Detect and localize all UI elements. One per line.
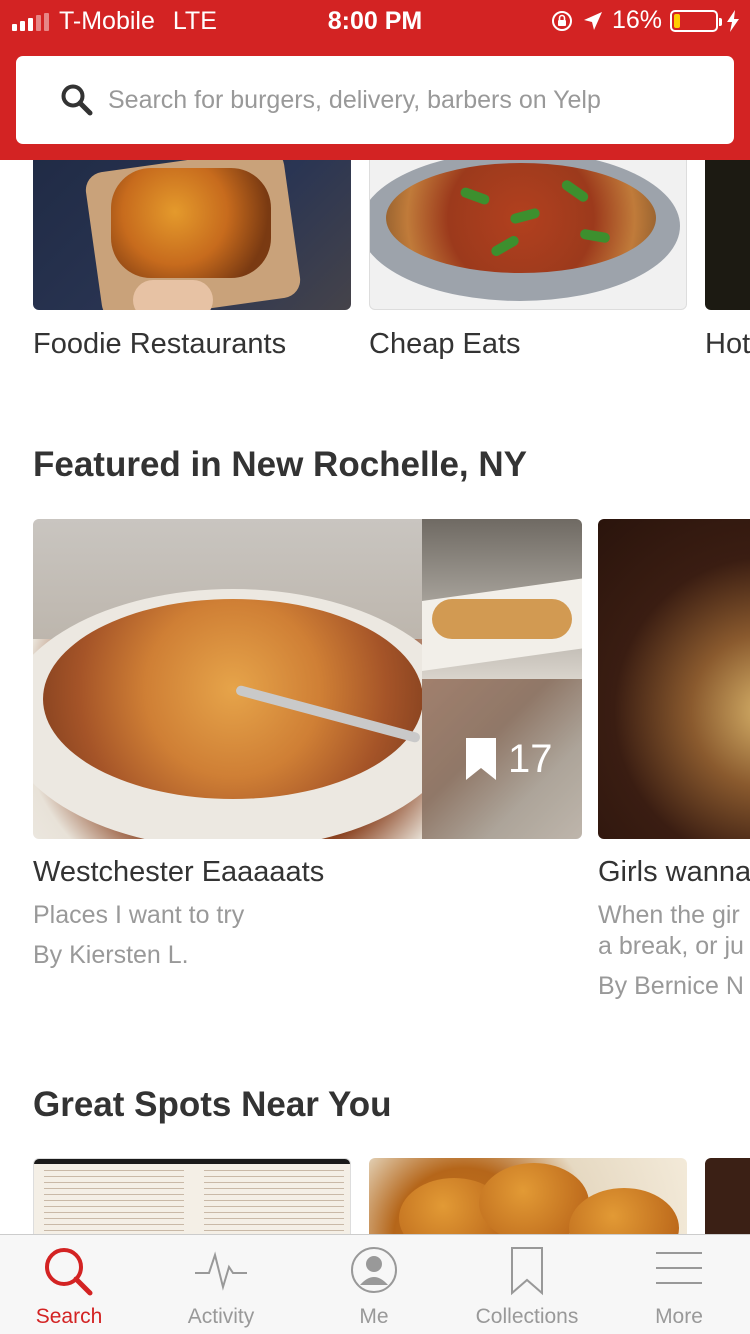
tab-collections[interactable]: Collections (452, 1235, 602, 1334)
search-input[interactable] (108, 56, 718, 144)
tab-activity[interactable]: Activity (146, 1235, 296, 1334)
location-arrow-icon (583, 11, 602, 30)
tab-label-more: More (655, 1305, 703, 1328)
yelp-home-screen: T-Mobile LTE 8:00 PM 16% Search for burg… (0, 0, 750, 1334)
tab-label-me: Me (359, 1305, 389, 1328)
tab-label-activity: Activity (187, 1305, 255, 1328)
tab-more[interactable]: More (604, 1235, 750, 1334)
activity-icon (195, 1251, 247, 1291)
header: T-Mobile LTE 8:00 PM 16% (0, 0, 750, 160)
battery-percent: 16% (611, 6, 662, 34)
tab-me[interactable]: Me (299, 1235, 449, 1334)
collection-description: Places I want to try (33, 901, 245, 929)
collection-photo-secondary[interactable] (422, 519, 582, 679)
bookmark-icon (466, 738, 496, 780)
search-icon (45, 1248, 93, 1296)
category-label-hot[interactable]: Hot (705, 328, 750, 361)
tab-search[interactable]: Search (0, 1235, 144, 1334)
status-bar: T-Mobile LTE 8:00 PM 16% (0, 0, 750, 42)
category-label-cheap-eats[interactable]: Cheap Eats (369, 328, 521, 361)
featured-section-title: Featured in New Rochelle, NY (33, 445, 527, 484)
battery-icon (670, 9, 722, 32)
tab-bar: Search Activity Me Collections More (0, 1234, 750, 1334)
collection-photo-count[interactable]: 17 (422, 679, 582, 839)
collection-description-2-line2: a break, or ju (598, 932, 744, 960)
tab-label-search: Search (35, 1305, 103, 1328)
bookmark-count: 17 (508, 736, 553, 781)
charging-bolt-icon (727, 9, 739, 32)
search-icon (61, 84, 93, 116)
bookmark-icon (511, 1247, 543, 1296)
collection-cover-photo-2[interactable] (598, 519, 750, 839)
collection-description-2-line1: When the gir (598, 901, 740, 929)
collection-author-2: By Bernice N (598, 972, 744, 1000)
collection-author: By Kiersten L. (33, 941, 189, 969)
tab-label-collections: Collections (475, 1305, 579, 1328)
orientation-lock-icon (551, 10, 572, 31)
collection-cover-photo[interactable] (33, 519, 422, 839)
great-spots-section-title: Great Spots Near You (33, 1085, 392, 1124)
collection-title[interactable]: Westchester Eaaaaats (33, 856, 324, 889)
collection-title-2[interactable]: Girls wanna (598, 856, 750, 889)
menu-icon (656, 1252, 702, 1284)
profile-icon (351, 1247, 397, 1293)
category-label-foodie[interactable]: Foodie Restaurants (33, 328, 286, 361)
search-bar[interactable] (16, 56, 734, 144)
